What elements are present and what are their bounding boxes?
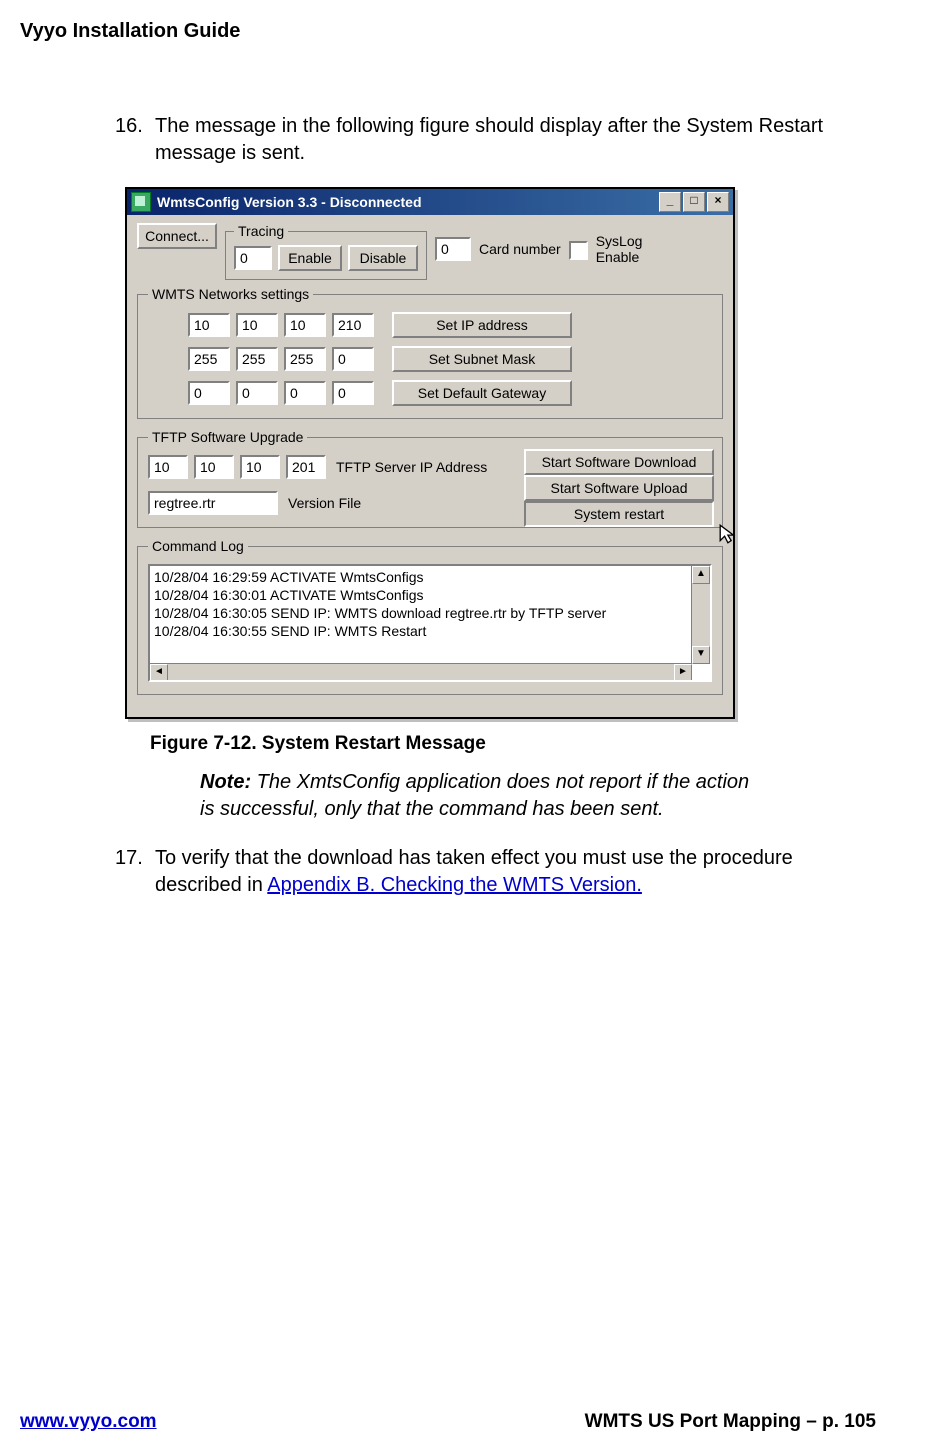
step-16: 16. The message in the following figure … <box>115 113 846 167</box>
set-ip-button[interactable]: Set IP address <box>392 312 572 338</box>
horizontal-scrollbar[interactable]: ◄ ► <box>150 663 692 680</box>
scroll-up-icon[interactable]: ▲ <box>692 566 710 584</box>
footer-page: WMTS US Port Mapping – p. 105 <box>585 1411 876 1433</box>
gw-octet-4[interactable] <box>332 381 374 405</box>
scroll-down-icon[interactable]: ▼ <box>692 646 710 664</box>
step-16-text: The message in the following figure shou… <box>155 113 846 167</box>
ip-octet-2[interactable] <box>236 313 278 337</box>
command-log-legend: Command Log <box>148 538 248 554</box>
ip-octet-4[interactable] <box>332 313 374 337</box>
version-file-label: Version File <box>288 495 361 511</box>
card-number-input[interactable] <box>435 237 471 261</box>
syslog-checkbox[interactable] <box>569 241 588 260</box>
tftp-legend: TFTP Software Upgrade <box>148 429 307 445</box>
tftp-octet-3[interactable] <box>240 455 280 479</box>
minimize-button[interactable]: _ <box>659 192 681 212</box>
mask-octet-2[interactable] <box>236 347 278 371</box>
tftp-server-label: TFTP Server IP Address <box>336 459 487 475</box>
mask-octet-4[interactable] <box>332 347 374 371</box>
figure-caption: Figure 7-12. System Restart Message <box>150 733 876 755</box>
networks-legend: WMTS Networks settings <box>148 286 313 302</box>
note-block: Note: The XmtsConfig application does no… <box>200 769 756 823</box>
note-text: The XmtsConfig application does not repo… <box>200 771 749 820</box>
start-upload-button[interactable]: Start Software Upload <box>524 475 714 501</box>
step-17-text: To verify that the download has taken ef… <box>155 845 846 899</box>
set-gateway-button[interactable]: Set Default Gateway <box>392 380 572 406</box>
gw-octet-3[interactable] <box>284 381 326 405</box>
mask-octet-1[interactable] <box>188 347 230 371</box>
start-download-button[interactable]: Start Software Download <box>524 449 714 475</box>
tftp-octet-1[interactable] <box>148 455 188 479</box>
vertical-scrollbar[interactable]: ▲ ▼ <box>691 566 710 664</box>
step-17: 17. To verify that the download has take… <box>115 845 846 899</box>
tracing-input[interactable] <box>234 246 272 270</box>
ip-octet-1[interactable] <box>188 313 230 337</box>
scroll-right-icon[interactable]: ► <box>674 664 692 682</box>
disable-button[interactable]: Disable <box>348 245 418 271</box>
enable-button[interactable]: Enable <box>278 245 342 271</box>
syslog-label: SysLog Enable <box>596 233 650 265</box>
version-file-input[interactable] <box>148 491 278 515</box>
app-window: WmtsConfig Version 3.3 - Disconnected _ … <box>125 187 735 719</box>
appendix-link[interactable]: Appendix B. Checking the WMTS Version. <box>267 874 642 896</box>
system-restart-button[interactable]: System restart <box>524 501 714 527</box>
scroll-left-icon[interactable]: ◄ <box>150 664 168 682</box>
tracing-legend: Tracing <box>234 223 288 239</box>
titlebar[interactable]: WmtsConfig Version 3.3 - Disconnected _ … <box>127 189 733 215</box>
tftp-octet-4[interactable] <box>286 455 326 479</box>
set-mask-button[interactable]: Set Subnet Mask <box>392 346 572 372</box>
tftp-octet-2[interactable] <box>194 455 234 479</box>
step-16-number: 16. <box>115 113 149 167</box>
card-number-label: Card number <box>479 241 561 257</box>
command-log[interactable]: 10/28/04 16:29:59 ACTIVATE WmtsConfigs 1… <box>148 564 712 682</box>
doc-header: Vyyo Installation Guide <box>20 20 876 43</box>
footer-link[interactable]: www.vyyo.com <box>20 1411 157 1433</box>
gw-octet-1[interactable] <box>188 381 230 405</box>
maximize-button[interactable]: □ <box>683 192 705 212</box>
app-icon <box>131 192 151 212</box>
ip-octet-3[interactable] <box>284 313 326 337</box>
connect-button[interactable]: Connect... <box>137 223 217 249</box>
step-17-number: 17. <box>115 845 149 899</box>
window-title: WmtsConfig Version 3.3 - Disconnected <box>157 194 659 210</box>
close-button[interactable]: × <box>707 192 729 212</box>
mask-octet-3[interactable] <box>284 347 326 371</box>
gw-octet-2[interactable] <box>236 381 278 405</box>
note-lead: Note: <box>200 771 251 793</box>
